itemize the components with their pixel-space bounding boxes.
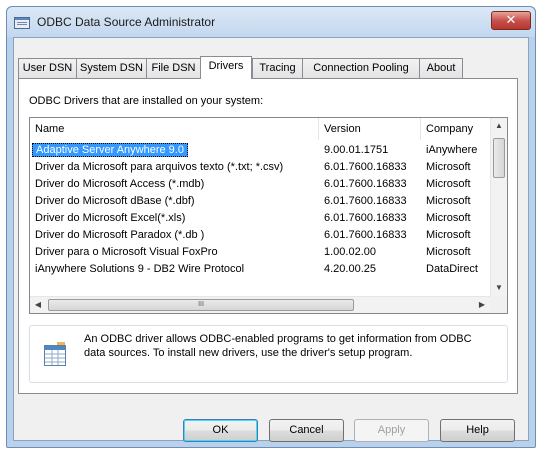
apply-button[interactable]: Apply: [354, 419, 429, 442]
driver-name: Driver do Microsoft dBase (*.dbf): [35, 195, 195, 207]
driver-row[interactable]: iAnywhere Solutions 9 - DB2 Wire Protoco…: [30, 261, 492, 278]
drivers-list[interactable]: Name Version Company Adaptive Server Any…: [29, 117, 508, 314]
tab-user-dsn[interactable]: User DSN: [18, 58, 77, 78]
driver-row[interactable]: Adaptive Server Anywhere 9.0 9.00.01.175…: [30, 142, 492, 159]
driver-version: 6.01.7600.16833: [324, 229, 407, 241]
tab-connection-pooling[interactable]: Connection Pooling: [302, 58, 420, 78]
tab-drivers[interactable]: Drivers: [200, 56, 252, 79]
driver-version: 4.20.00.25: [324, 263, 376, 275]
vertical-scrollbar[interactable]: ▲ ▼: [490, 118, 507, 296]
driver-name: iAnywhere Solutions 9 - DB2 Wire Protoco…: [35, 263, 245, 275]
driver-company: Microsoft: [426, 229, 471, 241]
odbc-admin-window: ODBC Data Source Administrator ✕ User DS…: [6, 6, 536, 448]
close-button[interactable]: ✕: [491, 11, 531, 30]
scroll-grip-icon: III: [198, 301, 204, 308]
tab-strip: User DSN System DSN File DSN Drivers Tra…: [18, 56, 528, 79]
table-info-icon: [44, 342, 66, 366]
driver-row[interactable]: Driver do Microsoft Paradox (*.db ) 6.01…: [30, 227, 492, 244]
driver-version: 6.01.7600.16833: [324, 178, 407, 190]
scrollbar-corner: [490, 296, 507, 313]
drivers-heading: ODBC Drivers that are installed on your …: [29, 95, 264, 107]
window-title: ODBC Data Source Administrator: [37, 15, 216, 29]
close-icon: ✕: [505, 12, 517, 27]
scroll-down-arrow-icon[interactable]: ▼: [491, 280, 507, 296]
tab-file-dsn[interactable]: File DSN: [146, 58, 201, 78]
tab-system-dsn[interactable]: System DSN: [76, 58, 147, 78]
info-text: An ODBC driver allows ODBC-enabled progr…: [84, 333, 472, 359]
driver-name: Adaptive Server Anywhere 9.0: [32, 143, 188, 157]
help-button[interactable]: Help: [440, 419, 515, 442]
title-bar[interactable]: ODBC Data Source Administrator ✕: [7, 7, 535, 37]
driver-version: 6.01.7600.16833: [324, 195, 407, 207]
driver-company: Microsoft: [426, 195, 471, 207]
odbc-admin-icon: [14, 17, 30, 29]
drivers-panel: ODBC Drivers that are installed on your …: [18, 78, 518, 394]
driver-version: 6.01.7600.16833: [324, 212, 407, 224]
driver-version: 6.01.7600.16833: [324, 161, 407, 173]
scroll-up-arrow-icon[interactable]: ▲: [491, 118, 507, 134]
ok-button[interactable]: OK: [183, 419, 258, 442]
driver-row[interactable]: Driver para o Microsoft Visual FoxPro 1.…: [30, 244, 492, 261]
tab-tracing[interactable]: Tracing: [252, 58, 303, 78]
driver-company: Microsoft: [426, 246, 471, 258]
scroll-right-arrow-icon[interactable]: ▶: [474, 297, 490, 313]
client-area: User DSN System DSN File DSN Drivers Tra…: [13, 37, 529, 442]
horizontal-scroll-thumb[interactable]: III: [48, 299, 354, 311]
cancel-button[interactable]: Cancel: [269, 419, 344, 442]
driver-version: 1.00.02.00: [324, 246, 376, 258]
driver-company: Microsoft: [426, 178, 471, 190]
driver-name: Driver do Microsoft Excel(*.xls): [35, 212, 186, 224]
driver-company: DataDirect: [426, 263, 478, 275]
driver-row[interactable]: Driver do Microsoft Excel(*.xls) 6.01.76…: [30, 210, 492, 227]
driver-company: Microsoft: [426, 161, 471, 173]
driver-name: Driver do Microsoft Paradox (*.db ): [35, 229, 205, 241]
info-box: An ODBC driver allows ODBC-enabled progr…: [29, 325, 508, 383]
driver-name: Driver da Microsoft para arquivos texto …: [35, 161, 284, 173]
column-header-version[interactable]: Version: [319, 118, 421, 140]
driver-name: Driver do Microsoft Access (*.mdb): [35, 178, 205, 190]
driver-name: Driver para o Microsoft Visual FoxPro: [35, 246, 218, 258]
driver-company: Microsoft: [426, 212, 471, 224]
horizontal-scrollbar[interactable]: ◀ III ▶: [30, 296, 507, 313]
driver-row[interactable]: Driver da Microsoft para arquivos texto …: [30, 159, 492, 176]
column-header-name[interactable]: Name: [30, 118, 319, 140]
column-header-company[interactable]: Company: [421, 118, 492, 140]
driver-company: iAnywhere: [426, 144, 478, 156]
driver-version: 9.00.01.1751: [324, 144, 389, 156]
scroll-left-arrow-icon[interactable]: ◀: [30, 297, 46, 313]
tab-about[interactable]: About: [419, 58, 463, 78]
driver-row[interactable]: Driver do Microsoft dBase (*.dbf) 6.01.7…: [30, 193, 492, 210]
vertical-scroll-thumb[interactable]: [493, 138, 505, 178]
driver-row[interactable]: Driver do Microsoft Access (*.mdb) 6.01.…: [30, 176, 492, 193]
